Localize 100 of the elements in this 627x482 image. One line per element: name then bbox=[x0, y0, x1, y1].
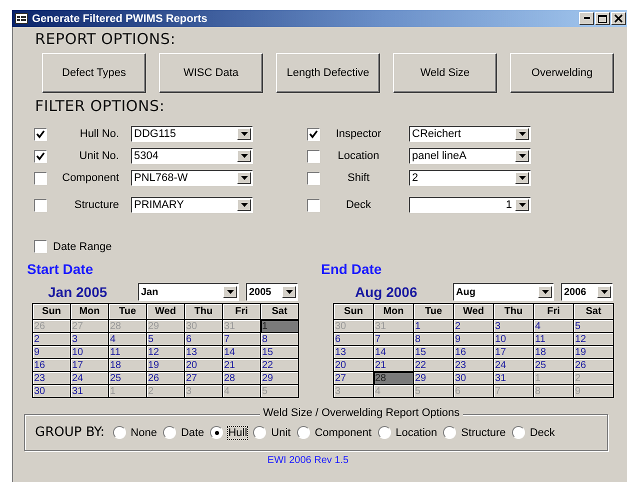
calendar-day[interactable]: 8 bbox=[414, 333, 453, 345]
calendar-day[interactable]: 1 bbox=[414, 320, 453, 332]
calendar-day[interactable]: 21 bbox=[223, 359, 260, 371]
calendar-day[interactable]: 7 bbox=[223, 333, 260, 345]
dropdown-field[interactable]: 1 bbox=[409, 197, 531, 213]
dropdown-field[interactable]: 5304 bbox=[131, 148, 253, 164]
calendar-day[interactable]: 18 bbox=[109, 359, 146, 371]
dropdown-field[interactable]: Jan bbox=[138, 283, 239, 301]
calendar-day[interactable]: 25 bbox=[534, 359, 573, 371]
dropdown-field[interactable]: PNL768-W bbox=[131, 170, 253, 186]
calendar-day[interactable]: 4 bbox=[534, 320, 573, 332]
calendar-day[interactable]: 5 bbox=[574, 320, 613, 332]
checkbox[interactable] bbox=[34, 198, 47, 212]
radio-label[interactable]: Location bbox=[394, 426, 438, 440]
calendar-day[interactable]: 10 bbox=[71, 346, 108, 358]
report-button[interactable]: Overwelding bbox=[510, 53, 614, 93]
calendar-day[interactable]: 12 bbox=[147, 346, 184, 358]
calendar-day[interactable]: 14 bbox=[374, 346, 413, 358]
calendar-day[interactable]: 28 bbox=[374, 372, 413, 384]
calendar-day[interactable]: 11 bbox=[534, 333, 573, 345]
radio-label[interactable]: Date bbox=[180, 426, 206, 440]
dropdown-button[interactable] bbox=[237, 172, 251, 184]
calendar-day[interactable]: 30 bbox=[33, 385, 70, 397]
calendar-day[interactable]: 26 bbox=[574, 359, 613, 371]
calendar-day[interactable]: 23 bbox=[33, 372, 70, 384]
checkbox[interactable] bbox=[34, 172, 47, 184]
calendar-day[interactable]: 5 bbox=[147, 333, 184, 345]
dropdown-button[interactable] bbox=[515, 172, 529, 184]
dropdown-field[interactable]: DDG115 bbox=[131, 126, 253, 142]
calendar-day[interactable]: 27 bbox=[334, 372, 373, 384]
calendar-day[interactable]: 17 bbox=[494, 346, 533, 358]
checkbox[interactable] bbox=[34, 240, 47, 253]
calendar-day[interactable]: 9 bbox=[33, 346, 70, 358]
checkbox[interactable] bbox=[34, 150, 47, 162]
maximize-button[interactable] bbox=[595, 12, 610, 25]
calendar-day[interactable]: 8 bbox=[261, 333, 298, 345]
radio-button[interactable] bbox=[112, 426, 126, 439]
radio-button[interactable] bbox=[296, 426, 310, 439]
calendar-day[interactable]: 2 bbox=[454, 320, 493, 332]
calendar-day[interactable]: 13 bbox=[185, 346, 222, 358]
calendar-day[interactable]: 20 bbox=[334, 359, 373, 371]
calendar-day[interactable]: 3 bbox=[71, 333, 108, 345]
radio-button[interactable] bbox=[378, 426, 391, 439]
radio-button[interactable] bbox=[443, 426, 456, 439]
calendar-day[interactable]: 6 bbox=[185, 333, 222, 345]
calendar-day[interactable]: 16 bbox=[33, 359, 70, 371]
dropdown-field[interactable]: PRIMARY bbox=[131, 197, 253, 213]
radio-label[interactable]: Unit bbox=[270, 426, 292, 440]
dropdown-button[interactable] bbox=[237, 150, 251, 162]
radio-label[interactable]: None bbox=[130, 426, 158, 440]
radio-button[interactable] bbox=[162, 426, 176, 439]
dropdown-button[interactable] bbox=[515, 199, 529, 211]
calendar-day[interactable]: 22 bbox=[261, 359, 298, 371]
dropdown-button[interactable] bbox=[515, 128, 529, 140]
dropdown-field[interactable]: 2006 bbox=[561, 283, 613, 301]
calendar-day[interactable]: 11 bbox=[109, 346, 146, 358]
calendar-day[interactable]: 24 bbox=[494, 359, 533, 371]
minimize-button[interactable] bbox=[579, 12, 594, 25]
calendar-day[interactable]: 25 bbox=[109, 372, 146, 384]
radio-button[interactable] bbox=[512, 426, 525, 439]
dropdown-button[interactable] bbox=[538, 286, 552, 298]
checkbox[interactable] bbox=[307, 150, 320, 162]
calendar-day[interactable]: 26 bbox=[147, 372, 184, 384]
radio-label[interactable]: Structure bbox=[460, 426, 507, 440]
checkbox[interactable] bbox=[34, 128, 47, 140]
dropdown-field[interactable]: 2 bbox=[409, 170, 531, 186]
calendar-day[interactable]: 9 bbox=[454, 333, 493, 345]
calendar-day[interactable]: 23 bbox=[454, 359, 493, 371]
dropdown-button[interactable] bbox=[237, 199, 251, 211]
dropdown-field[interactable]: CReichert bbox=[409, 126, 531, 142]
dropdown-button[interactable] bbox=[223, 286, 237, 298]
calendar-day[interactable]: 13 bbox=[334, 346, 373, 358]
radio-label[interactable]: Deck bbox=[528, 426, 556, 440]
report-button[interactable]: Weld Size bbox=[393, 53, 497, 93]
checkbox[interactable] bbox=[307, 172, 320, 184]
report-button[interactable]: Length Defective bbox=[276, 53, 380, 93]
close-button[interactable] bbox=[611, 12, 626, 25]
dropdown-field[interactable]: panel lineA bbox=[409, 148, 531, 164]
radio-button[interactable] bbox=[210, 426, 224, 439]
calendar-day[interactable]: 27 bbox=[185, 372, 222, 384]
calendar-day[interactable]: 22 bbox=[414, 359, 453, 371]
calendar-day[interactable]: 4 bbox=[109, 333, 146, 345]
calendar-day[interactable]: 1 bbox=[261, 320, 298, 332]
checkbox[interactable] bbox=[307, 198, 320, 212]
calendar-day[interactable]: 15 bbox=[414, 346, 453, 358]
radio-label[interactable]: Hull bbox=[227, 426, 248, 440]
calendar-day[interactable]: 6 bbox=[334, 333, 373, 345]
calendar-day[interactable]: 20 bbox=[185, 359, 222, 371]
calendar-day[interactable]: 3 bbox=[494, 320, 533, 332]
calendar-day[interactable]: 19 bbox=[147, 359, 184, 371]
dropdown-field[interactable]: Aug bbox=[453, 283, 554, 301]
calendar-day[interactable]: 31 bbox=[494, 372, 533, 384]
calendar-day[interactable]: 16 bbox=[454, 346, 493, 358]
calendar-day[interactable]: 15 bbox=[261, 346, 298, 358]
dropdown-button[interactable] bbox=[515, 150, 529, 162]
calendar-day[interactable]: 12 bbox=[574, 333, 613, 345]
calendar-day[interactable]: 7 bbox=[374, 333, 413, 345]
radio-button[interactable] bbox=[253, 426, 266, 439]
dropdown-button[interactable] bbox=[237, 128, 251, 140]
dropdown-button[interactable] bbox=[282, 286, 296, 298]
